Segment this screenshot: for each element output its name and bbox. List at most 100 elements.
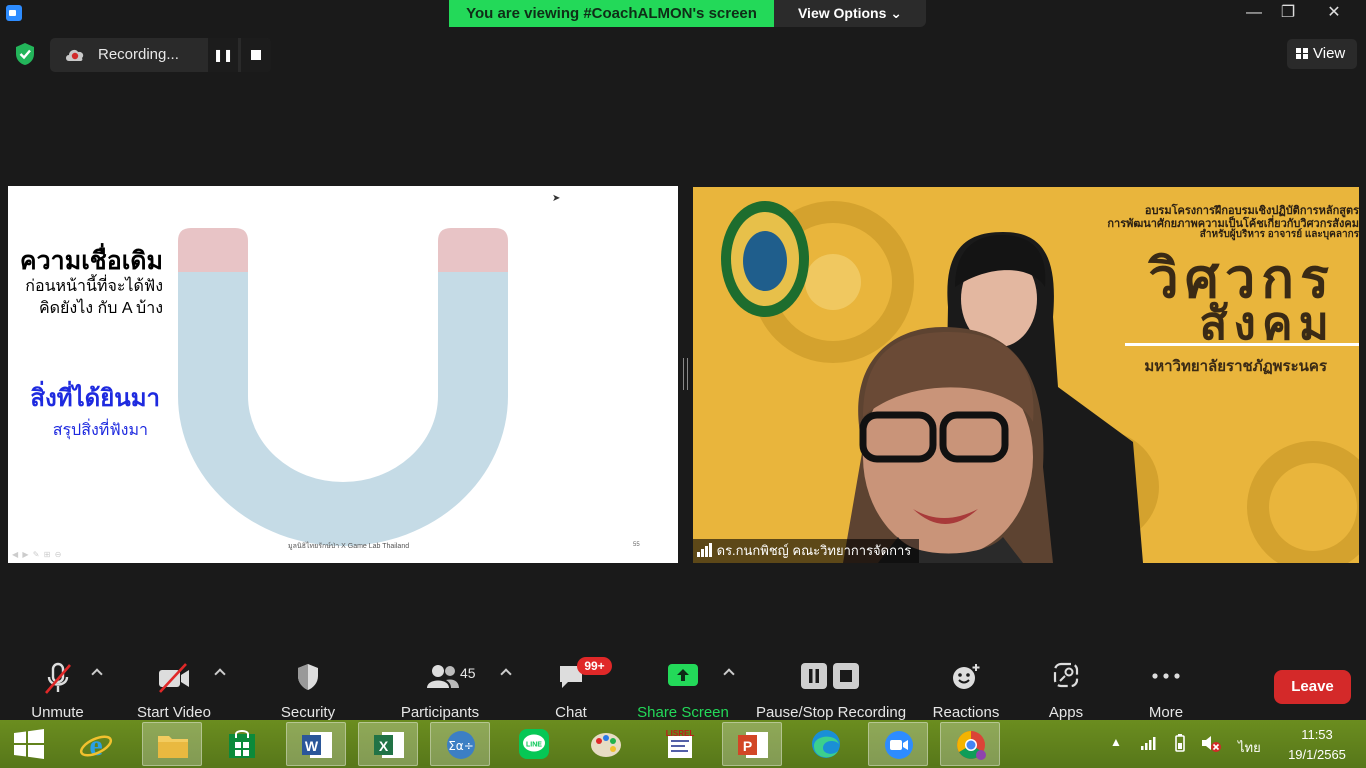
svg-text:P: P	[743, 738, 752, 754]
svg-text:X: X	[379, 738, 389, 754]
slide-page-number: 55	[633, 542, 640, 548]
shared-screen-slide[interactable]: ความเชื่อเดิม ก่อนหน้านี้ที่จะได้ฟัง คิด…	[8, 186, 678, 563]
apps-label: Apps	[1048, 704, 1084, 721]
cloud-recording-icon	[66, 49, 84, 61]
more-dots-icon	[1152, 673, 1180, 679]
taskbar-edge[interactable]	[796, 722, 856, 766]
word-icon: W	[302, 732, 332, 758]
zoom-app-icon	[6, 5, 22, 21]
share-screen-icon	[668, 664, 698, 686]
zoom-icon	[885, 731, 913, 759]
store-bag-icon	[229, 730, 255, 758]
clock-time[interactable]: 11:53	[1282, 727, 1352, 742]
more-label: More	[1148, 704, 1184, 721]
pause-stop-recording-label: Pause/Stop Recording	[755, 704, 907, 721]
svg-text:LINE: LINE	[526, 742, 542, 749]
participants-count: 45	[460, 665, 476, 681]
participants-button[interactable]: 45 Participants	[396, 658, 484, 721]
audio-options-chevron-icon[interactable]	[91, 667, 103, 679]
maximize-button[interactable]: ❐	[1266, 0, 1310, 26]
network-signal-icon[interactable]	[1140, 735, 1156, 751]
banner-title-2: สังคม	[1199, 297, 1335, 349]
lisrel-label: LISREL	[666, 729, 695, 738]
meeting-toolbar: Unmute Start Video Security 45 Participa…	[0, 650, 1366, 721]
video-camera-off-icon	[159, 663, 189, 693]
pause-stop-recording-button[interactable]: Pause/Stop Recording	[752, 658, 910, 721]
title-bar: You are viewing #CoachALMON's screen Vie…	[0, 0, 1366, 28]
share-options-chevron-icon[interactable]	[723, 667, 735, 679]
reactions-button[interactable]: Reactions	[928, 658, 1004, 721]
share-screen-label: Share Screen	[637, 704, 729, 721]
excel-icon: X	[374, 732, 404, 758]
participant-name: ดร.กนกพิชญ์ คณะวิทยาการจัดการ	[716, 543, 912, 558]
more-button[interactable]: More	[1136, 658, 1196, 721]
participant-video-tile[interactable]: อบรมโครงการฝึกอบรมเชิงปฏิบัติการหลักสูตร…	[693, 187, 1359, 563]
pause-stop-icon	[801, 663, 859, 689]
volume-muted-icon[interactable]	[1200, 733, 1222, 753]
windows-taskbar: e W X Σα÷ LINE LISREL P ▲	[0, 720, 1366, 768]
view-layout-button[interactable]: View	[1287, 39, 1357, 69]
cursor-icon: ➤	[552, 193, 561, 204]
slide-heading-heard: สิ่งที่ได้ยินมา	[30, 385, 160, 412]
apps-icon	[1053, 662, 1079, 688]
taskbar-word[interactable]: W	[286, 722, 346, 766]
chat-label: Chat	[555, 704, 587, 721]
battery-icon[interactable]	[1170, 733, 1190, 753]
svg-text:Σα÷: Σα÷	[448, 739, 474, 753]
taskbar-store[interactable]	[212, 722, 272, 766]
slide-controls[interactable]: ◀ ▶ ✎ ⊞ ⊖	[12, 550, 62, 559]
recording-label: Recording...	[98, 46, 179, 63]
leave-meeting-button[interactable]: Leave	[1274, 670, 1351, 704]
windows-start-icon[interactable]	[12, 727, 46, 761]
split-resize-handle[interactable]	[683, 358, 688, 390]
lisrel-icon: LISREL	[666, 729, 695, 758]
security-label: Security	[280, 704, 336, 721]
taskbar-excel[interactable]: X	[358, 722, 418, 766]
banner-divider	[1125, 343, 1359, 346]
taskbar-zoom[interactable]	[868, 722, 928, 766]
line-app-icon: LINE	[519, 729, 549, 759]
math-icon: Σα÷	[447, 731, 475, 759]
chrome-icon	[957, 731, 986, 760]
slide-line-3: สรุปสิ่งที่ฟังมา	[52, 422, 148, 439]
apps-button[interactable]: Apps	[1036, 658, 1096, 721]
close-button[interactable]: ✕	[1312, 0, 1356, 26]
participants-options-chevron-icon[interactable]	[500, 667, 512, 679]
start-video-button[interactable]: Start Video	[132, 658, 216, 721]
folder-icon	[158, 736, 188, 758]
stop-recording-button[interactable]	[241, 38, 271, 72]
show-hidden-icons[interactable]: ▲	[1110, 735, 1122, 749]
banner-university: มหาวิทยาลัยราชภัฏพระนคร	[1144, 358, 1327, 375]
participants-icon	[427, 665, 459, 688]
security-button[interactable]: Security	[270, 658, 346, 721]
video-options-chevron-icon[interactable]	[214, 667, 226, 679]
paint-palette-icon	[591, 733, 621, 757]
taskbar-math-input[interactable]: Σα÷	[430, 722, 490, 766]
unmute-label: Unmute	[31, 704, 84, 721]
unmute-button[interactable]: Unmute	[20, 658, 95, 721]
taskbar-paint[interactable]	[576, 722, 636, 766]
pause-recording-button[interactable]: ❚❚	[208, 38, 238, 72]
share-screen-button[interactable]: Share Screen	[636, 658, 730, 721]
clock-date[interactable]: 19/1/2565	[1282, 747, 1352, 762]
taskbar-file-explorer[interactable]	[142, 722, 202, 766]
taskbar-internet-explorer[interactable]: e	[66, 722, 126, 766]
shield-icon	[298, 664, 318, 690]
viewing-screen-banner: You are viewing #CoachALMON's screen	[449, 0, 774, 27]
encryption-shield-icon[interactable]	[14, 42, 36, 66]
taskbar-chrome[interactable]	[940, 722, 1000, 766]
powerpoint-icon: P	[738, 732, 768, 758]
microphone-muted-icon	[44, 662, 71, 694]
view-label: View	[1313, 45, 1346, 62]
recording-indicator: Recording... ❚❚	[50, 38, 271, 72]
input-language-indicator[interactable]: ไทย	[1238, 737, 1261, 758]
edge-browser-icon	[812, 730, 840, 758]
taskbar-lisrel[interactable]: LISREL	[650, 722, 710, 766]
reactions-label: Reactions	[932, 704, 1000, 721]
smiley-plus-icon	[953, 664, 980, 689]
start-video-label: Start Video	[137, 704, 211, 721]
taskbar-powerpoint[interactable]: P	[722, 722, 782, 766]
svg-text:W: W	[305, 738, 319, 754]
view-options-button[interactable]: View Options ⌄	[774, 0, 926, 27]
taskbar-line[interactable]: LINE	[504, 722, 564, 766]
